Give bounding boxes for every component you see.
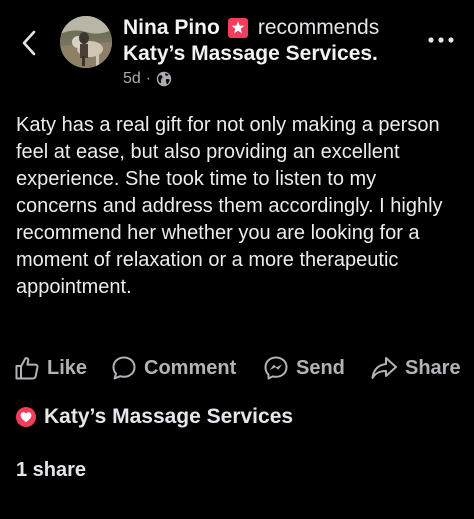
share-button[interactable]: Share — [370, 350, 461, 386]
back-button[interactable] — [16, 28, 42, 58]
action-bar: Like Comment Send Share — [0, 350, 474, 386]
messenger-icon — [264, 356, 288, 380]
post-body-text: Katy has a real gift for not only making… — [16, 114, 443, 298]
share-count[interactable]: 1 share — [16, 459, 86, 482]
recommended-business-row[interactable]: Katy’s Massage Services — [16, 405, 293, 429]
post-meta: 5d · — [123, 70, 172, 88]
like-label: Like — [47, 356, 88, 379]
recommendation-badge-icon — [227, 18, 248, 38]
thumbs-up-icon — [15, 357, 39, 380]
recommended-business-name: Katy’s Massage Services — [44, 405, 294, 428]
like-button[interactable]: Like — [14, 350, 87, 386]
avatar[interactable] — [60, 16, 112, 68]
more-options-button[interactable] — [426, 30, 456, 50]
comment-button[interactable]: Comment — [111, 350, 236, 386]
send-label: Send — [296, 356, 345, 379]
post-time[interactable]: 5d — [123, 70, 141, 88]
author-name[interactable]: Nina Pino — [123, 16, 220, 40]
more-dots-icon — [428, 37, 454, 43]
globe-icon — [156, 71, 172, 87]
comment-icon — [112, 356, 136, 380]
post-header: Nina Pino recommends Katy’s Massage Serv… — [0, 0, 474, 100]
heart-icon — [16, 407, 36, 427]
send-button[interactable]: Send — [263, 350, 345, 386]
chevron-left-icon — [22, 30, 36, 56]
meta-separator: · — [145, 70, 152, 87]
share-label: Share — [405, 356, 461, 379]
share-icon — [371, 357, 397, 379]
business-name-link[interactable]: Katy’s Massage Services. — [123, 41, 378, 67]
comment-label: Comment — [144, 356, 237, 379]
title-line: Nina Pino recommends — [123, 16, 379, 40]
recommends-text: recommends — [257, 16, 380, 39]
